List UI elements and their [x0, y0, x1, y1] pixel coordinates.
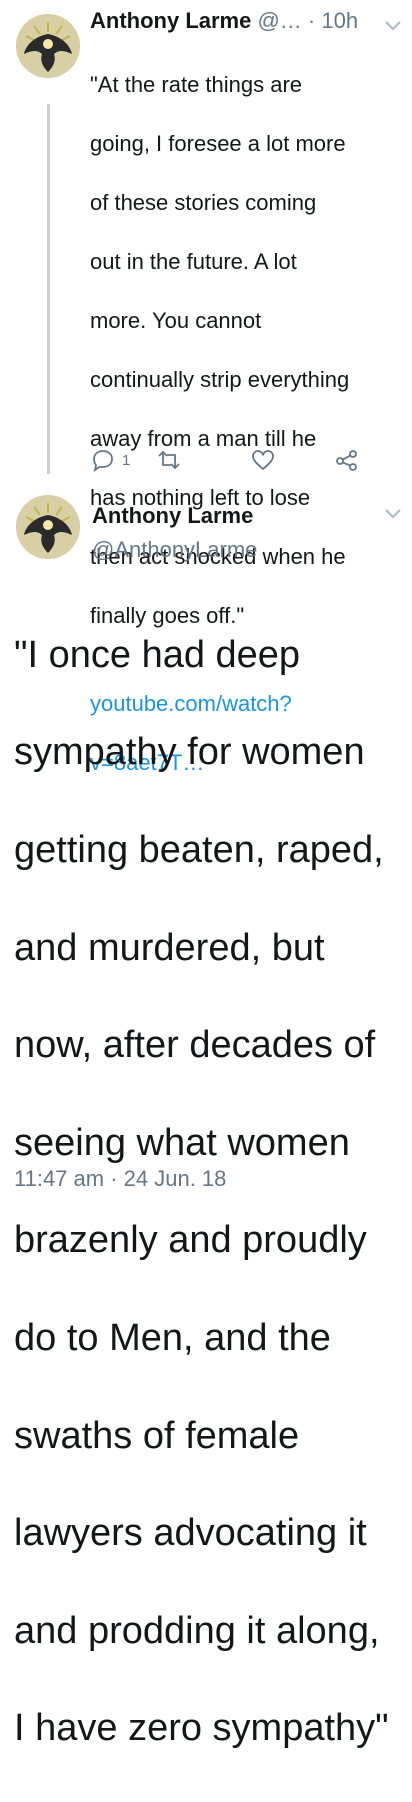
text-line: now, after decades of — [14, 1024, 376, 1067]
author-name[interactable]: Anthony Larme — [90, 8, 251, 33]
avatar[interactable] — [16, 495, 80, 559]
text-line: swaths of female — [14, 1414, 300, 1457]
author-handle[interactable]: @AnthonyLarme — [92, 537, 257, 563]
text-line: "I once had deep — [14, 633, 301, 676]
text-line: sympathy for women — [14, 731, 365, 774]
text-line: of these stories coming — [90, 189, 317, 215]
tweet1-header: Anthony Larme @… · 10h — [90, 8, 358, 34]
retweet-button[interactable] — [156, 448, 182, 472]
reply-count: 1 — [122, 451, 131, 469]
avatar-emblem-icon — [16, 495, 80, 559]
text-line: more. You cannot — [90, 307, 262, 333]
text-line: I have zero sympathy" — [14, 1707, 389, 1750]
retweet-icon — [158, 450, 180, 470]
text-line: brazenly and proudly — [14, 1219, 367, 1262]
tweet1-actions: 1 — [90, 448, 360, 478]
chevron-down-icon[interactable] — [384, 508, 402, 520]
like-button[interactable] — [250, 448, 276, 472]
text-line: getting beaten, raped, — [14, 828, 384, 871]
reply-icon — [93, 450, 113, 472]
text-line: continually strip everything — [90, 366, 350, 392]
avatar-emblem-icon — [16, 14, 80, 78]
text-line: and prodding it along, — [14, 1609, 380, 1652]
text-line: lawyers advocating it — [14, 1512, 367, 1555]
share-button[interactable] — [334, 448, 360, 472]
avatar[interactable] — [16, 14, 80, 78]
tweet-timestamp[interactable]: 11:47 am · 24 Jun. 18 — [14, 1166, 226, 1192]
author-name[interactable]: Anthony Larme — [92, 503, 253, 529]
like-icon — [252, 450, 274, 471]
tweet-meta: @… · 10h — [251, 8, 359, 33]
text-line: out in the future. A lot — [90, 248, 297, 274]
text-line: going, I foresee a lot more — [90, 130, 346, 156]
text-line: seeing what women — [14, 1121, 350, 1164]
text-line: and murdered, but — [14, 926, 325, 969]
thread-connector-line — [47, 104, 50, 474]
chevron-down-icon[interactable] — [384, 20, 402, 32]
share-icon — [336, 450, 357, 471]
reply-button[interactable]: 1 — [90, 448, 130, 472]
text-line: "At the rate things are — [90, 71, 303, 97]
text-line: do to Men, and the — [14, 1316, 331, 1359]
